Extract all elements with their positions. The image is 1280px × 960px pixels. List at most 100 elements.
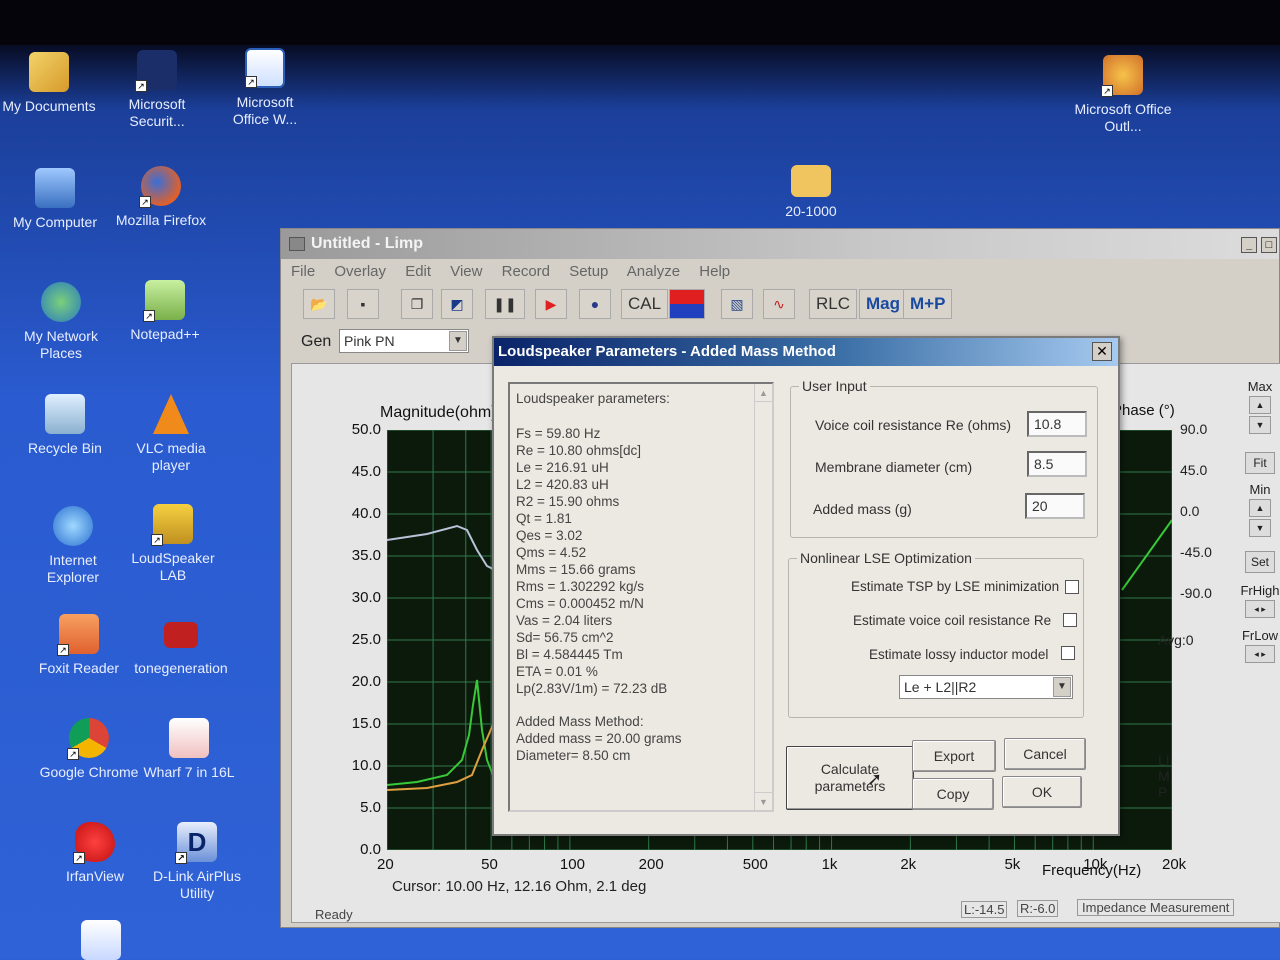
- scroll-up-icon[interactable]: ▲: [755, 384, 772, 402]
- x-tick-label: 100: [559, 856, 585, 873]
- desktop-icon-firefox[interactable]: ↗ Mozilla Firefox: [106, 166, 216, 229]
- pause-icon[interactable]: ❚❚: [485, 289, 525, 319]
- export-button[interactable]: Export: [912, 740, 996, 772]
- gen-label: Gen: [301, 333, 332, 350]
- params-header: Loudspeaker parameters:: [516, 391, 670, 406]
- right-control-panel: Max ▲ ▼ Fit Min ▲ ▼ Set FrHigh ◂ ▸ FrLow…: [1239, 379, 1280, 799]
- phase-curve-right: [1121, 519, 1172, 591]
- y-axis-title: Magnitude(ohm): [380, 404, 497, 421]
- calculate-parameters-button[interactable]: Calculate parameters ➚: [786, 746, 914, 810]
- fit-button[interactable]: Fit: [1245, 452, 1275, 474]
- desktop-icon-network-places[interactable]: My Network Places: [6, 282, 116, 362]
- desktop-icon-folder-20-1000[interactable]: 20-1000: [756, 165, 866, 227]
- cancel-button[interactable]: Cancel: [1004, 738, 1086, 770]
- menu-analyze[interactable]: Analyze: [627, 263, 680, 280]
- desktop-icon-vlc[interactable]: VLC media player: [116, 394, 226, 474]
- x-tick-label: 50: [481, 856, 498, 873]
- param-line: Qms = 4.52: [516, 545, 587, 560]
- menu-overlay[interactable]: Overlay: [334, 263, 386, 280]
- desktop-icon-ms-security[interactable]: ↗ Microsoft Securit...: [102, 50, 212, 130]
- chevron-down-icon: ▼: [449, 331, 467, 351]
- desktop-icon-foxit[interactable]: ↗ Foxit Reader: [24, 614, 134, 677]
- parameters-textbox[interactable]: Loudspeaker parameters: Fs = 59.80 Hz Re …: [508, 382, 774, 812]
- toolbar: 📂 ▪ ❐ ◩ ❚❚ ▶ ● CAL ▧ ∿ RLC Mag M+P: [291, 287, 953, 321]
- menu-view[interactable]: View: [450, 263, 482, 280]
- copy-icon[interactable]: ❐: [401, 289, 433, 319]
- phase-tick-label: -90.0: [1180, 585, 1212, 601]
- desktop-icon-label: Microsoft Securit...: [128, 96, 186, 129]
- desktop-icon-label: Microsoft Office Outl...: [1074, 101, 1172, 134]
- desktop-icon-recycle-bin[interactable]: Recycle Bin: [10, 394, 120, 457]
- spectrum-icon[interactable]: ▧: [721, 289, 753, 319]
- min-up-icon[interactable]: ▲: [1249, 499, 1271, 517]
- desktop-icon-irfanview[interactable]: ↗ IrfanView: [40, 822, 150, 885]
- desktop-icon-notepadpp[interactable]: ↗ Notepad++: [110, 280, 220, 343]
- menu-edit[interactable]: Edit: [405, 263, 431, 280]
- menu-setup[interactable]: Setup: [569, 263, 608, 280]
- menu-record[interactable]: Record: [502, 263, 550, 280]
- rlc-button[interactable]: RLC: [809, 289, 858, 319]
- generator-select[interactable]: Pink PN ▼: [339, 329, 469, 353]
- mag-button[interactable]: Mag: [859, 289, 907, 319]
- desktop-icon-chrome[interactable]: ↗ Google Chrome: [34, 718, 144, 781]
- added-mass-input[interactable]: 20: [1025, 493, 1085, 519]
- params-scrollbar[interactable]: ▲ ▼: [754, 384, 772, 810]
- desktop-icon-my-computer[interactable]: My Computer: [0, 168, 110, 231]
- lse-option-2-checkbox[interactable]: [1063, 613, 1077, 627]
- maximize-button[interactable]: □: [1261, 237, 1277, 253]
- x-tick-label: 5k: [1004, 856, 1021, 873]
- record-play-icon[interactable]: ▶: [535, 289, 567, 319]
- limp-vertical-label: LIMP: [1158, 752, 1170, 800]
- desktop-icon-ms-word[interactable]: ↗ Microsoft Office W...: [210, 48, 320, 128]
- desktop-icon-loudspeaker-lab[interactable]: ↗ LoudSpeaker LAB: [118, 504, 228, 584]
- desktop-icon-my-documents[interactable]: My Documents: [0, 52, 104, 115]
- chevron-down-icon: ▼: [1053, 677, 1071, 697]
- desktop-icon-tonegeneration[interactable]: tonegeneration: [126, 614, 236, 677]
- param-line: Rms = 1.302292 kg/s: [516, 579, 644, 594]
- desktop-icon-dlink[interactable]: D ↗ D-Link AirPlus Utility: [142, 822, 252, 902]
- cal-button[interactable]: CAL: [621, 289, 669, 319]
- frlow-label: FrLow: [1241, 628, 1279, 643]
- min-down-icon[interactable]: ▼: [1249, 519, 1271, 537]
- x-tick-label: 2k: [900, 856, 917, 873]
- copy-button[interactable]: Copy: [912, 778, 994, 810]
- phase-tick-label: 0.0: [1180, 503, 1200, 519]
- desktop-icon-calendar[interactable]: [46, 920, 156, 960]
- frlow-arrows-icon[interactable]: ◂ ▸: [1245, 645, 1275, 663]
- menu-file[interactable]: File: [291, 263, 315, 280]
- desktop-icon-internet-explorer[interactable]: Internet Explorer: [18, 506, 128, 586]
- lse-option-2-label: Estimate voice coil resistance Re: [853, 613, 1052, 628]
- re-input[interactable]: 10.8: [1027, 411, 1087, 437]
- desktop-icon-wharf[interactable]: Wharf 7 in 16L: [134, 718, 244, 781]
- desktop-icon-label: Mozilla Firefox: [115, 212, 207, 228]
- lse-option-3-checkbox[interactable]: [1061, 646, 1075, 660]
- mp-button[interactable]: M+P: [903, 289, 953, 319]
- open-folder-icon[interactable]: 📂: [303, 289, 335, 319]
- frhigh-arrows-icon[interactable]: ◂ ▸: [1245, 600, 1275, 618]
- menu-help[interactable]: Help: [699, 263, 730, 280]
- notepad-icon: ↗: [143, 280, 185, 322]
- ok-button[interactable]: OK: [1002, 776, 1082, 808]
- overlay-icon[interactable]: ◩: [441, 289, 473, 319]
- lse-option-1-label: Estimate TSP by LSE minimization: [851, 579, 1060, 594]
- waveform-icon[interactable]: ∿: [763, 289, 795, 319]
- lse-option-1-checkbox[interactable]: [1065, 580, 1079, 594]
- close-icon[interactable]: ✕: [1092, 342, 1112, 361]
- param-line: Mms = 15.66 grams: [516, 562, 636, 577]
- max-label: Max: [1247, 379, 1273, 394]
- diameter-input[interactable]: 8.5: [1027, 451, 1087, 477]
- document-file-icon: [169, 718, 209, 758]
- y-tick-label: 40.0: [351, 505, 381, 522]
- inductor-model-select[interactable]: Le + L2||R2 ▼: [899, 675, 1073, 699]
- max-down-icon[interactable]: ▼: [1249, 416, 1271, 434]
- desktop-icon-ms-outlook[interactable]: ↗ Microsoft Office Outl...: [1068, 55, 1178, 135]
- channel-color-icon[interactable]: [669, 289, 705, 319]
- minimize-button[interactable]: _: [1241, 237, 1257, 253]
- scroll-down-icon[interactable]: ▼: [755, 792, 772, 810]
- save-disk-icon[interactable]: ▪: [347, 289, 379, 319]
- set-button[interactable]: Set: [1245, 551, 1275, 573]
- stop-icon[interactable]: ●: [579, 289, 611, 319]
- cursor-readout: Cursor: 10.00 Hz, 12.16 Ohm, 2.1 deg: [392, 878, 647, 895]
- added-mass-label: Added mass (g): [813, 501, 912, 517]
- max-up-icon[interactable]: ▲: [1249, 396, 1271, 414]
